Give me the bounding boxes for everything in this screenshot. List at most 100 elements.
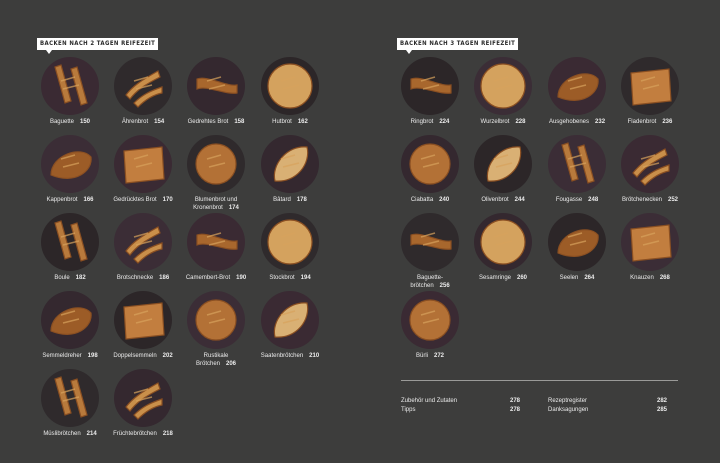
appendix-label: Rezeptregister (548, 398, 588, 404)
recipe-name: Gedrücktes Brot (113, 197, 157, 203)
bread-illustration (548, 135, 606, 193)
photo-backdrop (41, 369, 99, 427)
recipe-name: Ährenbrot (121, 119, 149, 125)
recipe-tile-saatenbroetchen[interactable]: Saatenbrötchen 210 (254, 291, 326, 369)
appendix-label: Tipps (401, 407, 416, 413)
recipe-tile-knauzen[interactable]: Knauzen 268 (614, 213, 686, 291)
recipe-caption: Hutbrot 162 (246, 119, 334, 127)
page-number: 218 (162, 431, 173, 437)
recipe-tile-kappenbrot[interactable]: Kappenbrot 166 (34, 135, 106, 213)
bread-photo (474, 57, 532, 115)
bread-photo (114, 135, 172, 193)
recipe-tile-seelen[interactable]: Seelen 264 (541, 213, 613, 291)
recipe-tile-buerli[interactable]: Bürli 272 (394, 291, 466, 369)
bread-illustration (41, 57, 99, 115)
recipe-caption: Rustikale Brötchen 206 (192, 353, 240, 368)
bread-photo (41, 57, 99, 115)
recipe-tile-ciabatta[interactable]: Ciabatta 240 (394, 135, 466, 213)
recipe-tile-semmeldreher[interactable]: Semmeldreher 198 (34, 291, 106, 369)
page-number: 202 (162, 353, 173, 359)
page-number: 174 (228, 204, 239, 211)
recipe-tile-aehrenbrot[interactable]: Ährenbrot 154 (107, 57, 179, 135)
section-label-2-days: BACKEN NACH 2 TAGEN REIFEZEIT (37, 38, 159, 54)
photo-backdrop (41, 57, 99, 115)
bread-shape (409, 143, 451, 185)
recipe-tile-doppelsemmeln[interactable]: Doppelsemmeln 202 (107, 291, 179, 369)
appendix-entry[interactable]: Rezeptregister 282 (548, 397, 667, 405)
recipe-tile-ringbrot[interactable]: Ringbrot 224 (394, 57, 466, 135)
bread-illustration (187, 57, 245, 115)
recipe-tile-rustikale-broetchen[interactable]: Rustikale Brötchen 206 (180, 291, 252, 369)
bread-photo (401, 213, 459, 271)
recipe-tile-olivenbrot[interactable]: Olivenbrot 244 (467, 135, 539, 213)
bread-illustration (621, 57, 679, 115)
page-number: 166 (83, 197, 94, 203)
recipe-caption: Stockbrot 194 (246, 275, 334, 283)
page-number: 260 (517, 275, 528, 281)
recipe-tile-hutbrot[interactable]: Hutbrot 162 (254, 57, 326, 135)
bread-shape (409, 299, 451, 341)
appendix-entry[interactable]: Tipps 278 (401, 406, 520, 414)
recipe-name: Fougasse (555, 197, 583, 203)
bread-illustration (261, 57, 319, 115)
recipe-tile-gedrehtes-brot[interactable]: Gedrehtes Brot 158 (180, 57, 252, 135)
recipe-tile-gedruecktes-brot[interactable]: Gedrücktes Brot 170 (107, 135, 179, 213)
bread-illustration (261, 135, 319, 193)
recipe-tile-fruechtebroetchen[interactable]: Früchtebrötchen 218 (107, 369, 179, 447)
bread-illustration (548, 57, 606, 115)
bread-photo (187, 57, 245, 115)
bread-illustration (401, 57, 459, 115)
bread-shape (480, 219, 526, 265)
page-number: 170 (162, 197, 173, 203)
page-number: 154 (154, 119, 165, 125)
bread-photo (41, 135, 99, 193)
page-number: 244 (514, 197, 525, 203)
photo-backdrop (548, 135, 606, 193)
bread-photo (261, 135, 319, 193)
page-number: 278 (509, 407, 520, 413)
bread-illustration (621, 213, 679, 271)
recipe-name: Sesamringe (478, 275, 511, 281)
bread-photo (41, 291, 99, 349)
recipe-tile-baguette[interactable]: Baguette 150 (34, 57, 106, 135)
appendix-entry[interactable]: Danksagungen 285 (548, 406, 667, 414)
recipe-name: Stockbrot (269, 275, 295, 281)
page-number: 268 (659, 275, 670, 281)
recipe-tile-camembert-brot[interactable]: Camembert-Brot 190 (180, 213, 252, 291)
recipe-tile-blumenbrot[interactable]: Blumenbrot und Kronenbrot 174 (180, 135, 252, 213)
recipe-tile-wurzelbrot[interactable]: Wurzelbrot 228 (467, 57, 539, 135)
recipe-name: Olivenbrot (481, 197, 509, 203)
recipe-tile-mueslibroetchen[interactable]: Müslibrötchen 214 (34, 369, 106, 447)
page-number: 206 (226, 360, 237, 367)
bread-illustration (621, 135, 679, 193)
recipe-tile-sesamringe[interactable]: Sesamringe 260 (467, 213, 539, 291)
bread-photo (114, 291, 172, 349)
bread-photo (261, 291, 319, 349)
bread-illustration (41, 369, 99, 427)
bread-photo (401, 135, 459, 193)
recipe-tile-baguettebroetchen[interactable]: Baguette-brötchen 256 (394, 213, 466, 291)
recipe-tile-batard[interactable]: Bâtard 178 (254, 135, 326, 213)
recipe-tile-stockbrot[interactable]: Stockbrot 194 (254, 213, 326, 291)
page-number: 210 (309, 353, 320, 359)
bread-photo (187, 213, 245, 271)
page-number: 194 (300, 275, 311, 281)
appendix-entry[interactable]: Zubehör und Zutaten 278 (401, 397, 520, 405)
recipe-tile-boule[interactable]: Boule 182 (34, 213, 106, 291)
recipe-tile-brotschnecke[interactable]: Brotschnecke 186 (107, 213, 179, 291)
bread-photo (187, 291, 245, 349)
recipe-tile-fladenbrot[interactable]: Fladenbrot 236 (614, 57, 686, 135)
recipe-name: Semmeldreher (42, 353, 82, 359)
recipe-caption: Blumenbrot und Kronenbrot 174 (182, 197, 250, 212)
page-number: 240 (439, 197, 450, 203)
recipe-tile-ausgehobenes[interactable]: Ausgehobenes 232 (541, 57, 613, 135)
recipe-caption: Früchtebrötchen 218 (99, 431, 187, 439)
recipe-name: Boule (54, 275, 70, 281)
recipe-name: Baguette (49, 119, 74, 125)
recipe-tile-fougasse[interactable]: Fougasse 248 (541, 135, 613, 213)
bread-illustration (548, 213, 606, 271)
recipe-tile-broetchenecken[interactable]: Brötchenecken 252 (614, 135, 686, 213)
recipe-caption: Bâtard 178 (246, 197, 334, 205)
page-number: 186 (159, 275, 170, 281)
page-number: 252 (668, 197, 679, 203)
